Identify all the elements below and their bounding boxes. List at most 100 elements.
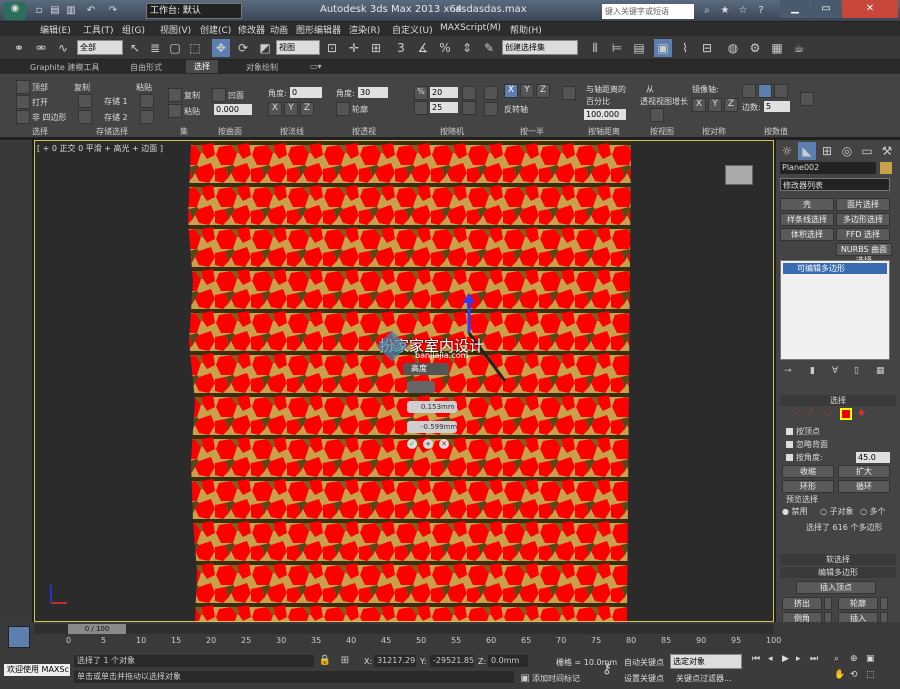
graphite-toggle-icon[interactable]: ▣ xyxy=(654,39,672,57)
new-icon[interactable]: ▫ xyxy=(32,4,46,18)
ref-coord-select[interactable]: 视图 xyxy=(276,40,320,55)
display-tab-icon[interactable]: ▭ xyxy=(858,142,876,160)
menu-maxscript[interactable]: MAXScript(M) xyxy=(440,23,501,33)
caddy-value-1[interactable]: 0.153mm xyxy=(407,401,457,413)
numeric-eq-icon[interactable] xyxy=(742,84,756,98)
concave-label[interactable]: 凹面 xyxy=(228,90,244,101)
pivot-dist-value[interactable]: 100.000 xyxy=(584,109,626,120)
spinner-snap-icon[interactable]: ⇕ xyxy=(458,39,476,57)
menu-tools[interactable]: 工具(T) xyxy=(83,23,114,36)
poly-select-button[interactable]: 多边形选择 xyxy=(836,213,890,226)
outline-label[interactable]: 轮廓 xyxy=(352,104,368,115)
undo-icon[interactable]: ↶ xyxy=(84,4,98,18)
shell-button[interactable]: 壳 xyxy=(780,198,834,211)
vertex-mode-icon[interactable]: ∴ xyxy=(796,408,802,418)
render-frame-icon[interactable]: ▦ xyxy=(768,39,786,57)
material-editor-icon[interactable]: ◍ xyxy=(724,39,742,57)
caddy-value-2[interactable]: -0.599mm xyxy=(407,421,457,433)
normal-y-button[interactable]: Y xyxy=(284,102,298,116)
sides-value[interactable]: 5 xyxy=(764,101,790,112)
show-end-icon[interactable]: ▮ xyxy=(810,366,815,376)
edit-named-sel-icon[interactable]: ✎ xyxy=(480,39,498,57)
random-value-1[interactable]: 20 xyxy=(430,87,458,98)
zoom-extents-icon[interactable]: ▣ xyxy=(866,654,875,664)
named-selection-sets[interactable]: 创建选择集 xyxy=(502,40,578,55)
link-icon[interactable]: ⚭ xyxy=(10,39,28,57)
redo-icon[interactable]: ↷ xyxy=(106,4,120,18)
x-coord-field[interactable]: 31217.29 xyxy=(374,655,416,667)
select-nonquad-icon[interactable] xyxy=(16,110,30,124)
random-percent-icon[interactable]: % xyxy=(414,86,428,100)
utilities-tab-icon[interactable]: ⚒ xyxy=(878,142,896,160)
tab-object-paint[interactable]: 对象绘制 xyxy=(246,62,278,73)
random-value-2[interactable]: 25 xyxy=(430,102,458,113)
tab-graphite[interactable]: Graphite 建模工具 xyxy=(30,62,99,73)
menu-rendering[interactable]: 渲染(R) xyxy=(349,23,380,36)
surface-value[interactable]: 0.000 xyxy=(214,104,252,115)
menu-group[interactable]: 组(G) xyxy=(122,23,145,36)
outline-settings-button[interactable] xyxy=(880,597,888,610)
pivot-dist-icon[interactable] xyxy=(562,86,576,100)
caddy-cancel-icon[interactable]: ✕ xyxy=(439,439,449,449)
numeric-select-icon[interactable] xyxy=(800,92,814,106)
search-icon[interactable]: ⌕ xyxy=(700,4,714,18)
sym-y-button[interactable]: Y xyxy=(708,98,722,112)
max-toggle-icon[interactable]: ⬚ xyxy=(866,670,875,680)
prev-frame-icon[interactable]: ◂ xyxy=(768,654,773,664)
select-by-name-icon[interactable]: ≣ xyxy=(146,39,164,57)
half2-icon[interactable] xyxy=(484,102,498,116)
by-angle-check[interactable]: 按角度: xyxy=(786,452,823,463)
store2-copy-icon[interactable] xyxy=(78,110,92,124)
numeric-gt-icon[interactable] xyxy=(774,84,788,98)
keyboard-shortcut-icon[interactable]: ⊞ xyxy=(367,39,385,57)
mirror-icon[interactable]: ⫴ xyxy=(586,39,604,57)
render-setup-icon[interactable]: ⚙ xyxy=(746,39,764,57)
store-copy-label[interactable]: 复制 xyxy=(74,82,90,93)
loop-button[interactable]: 循环 xyxy=(838,480,890,493)
time-ruler[interactable]: 0 5 10 15 20 25 30 35 40 45 50 55 60 65 70 75 80 85 90 95 10… xyxy=(66,636,781,650)
unlink-icon[interactable]: ⚮ xyxy=(32,39,50,57)
search-input[interactable]: 键入关键字或短语 xyxy=(602,4,694,19)
mini-listener-icon[interactable] xyxy=(8,626,30,648)
rect-region-icon[interactable]: ▢ xyxy=(166,39,184,57)
snap-toggle-icon[interactable]: 3 xyxy=(392,39,410,57)
play-icon[interactable]: ▶ xyxy=(782,654,789,664)
edit-poly-header[interactable]: 编辑多边形 xyxy=(780,567,896,578)
rollout-select-header[interactable]: 选择 xyxy=(780,395,896,406)
viewcube-icon[interactable] xyxy=(725,165,753,185)
modify-tab-icon[interactable]: ◣ xyxy=(798,142,816,160)
select-top-icon[interactable] xyxy=(16,80,30,94)
tab-freeform[interactable]: 自由形式 xyxy=(130,62,162,73)
bind-spacewarp-icon[interactable]: ∿ xyxy=(54,39,72,57)
concave-icon[interactable] xyxy=(212,88,226,102)
go-end-icon[interactable]: ⏭ xyxy=(810,654,818,664)
select-open-icon[interactable] xyxy=(16,95,30,109)
go-start-icon[interactable]: ⏮ xyxy=(752,654,760,664)
make-unique-icon[interactable]: ∀ xyxy=(832,366,838,376)
half-icon[interactable] xyxy=(484,86,498,100)
random-select2-icon[interactable] xyxy=(462,101,476,115)
schematic-view-icon[interactable]: ⊟ xyxy=(698,39,716,57)
border-mode-icon[interactable]: ◌ xyxy=(824,408,832,418)
maximize-button[interactable]: ▭ xyxy=(811,0,841,18)
pivot-icon[interactable]: ⊡ xyxy=(323,39,341,57)
object-name-input[interactable]: Plane002 xyxy=(780,162,876,174)
config-sets-icon[interactable]: ▦ xyxy=(876,366,885,376)
pan-icon[interactable]: ✋ xyxy=(834,670,845,680)
set-paste-icon[interactable] xyxy=(168,104,182,118)
numeric-lt-icon[interactable] xyxy=(758,84,772,98)
hierarchy-tab-icon[interactable]: ⊞ xyxy=(818,142,836,160)
normal-angle-value[interactable]: 0 xyxy=(290,87,322,98)
select-manipulate-icon[interactable]: ✛ xyxy=(345,39,363,57)
store2-paste-icon[interactable] xyxy=(140,110,154,124)
select-object-icon[interactable]: ↖ xyxy=(126,39,144,57)
pin-stack-icon[interactable]: ⊸ xyxy=(784,366,792,376)
selection-filter[interactable]: 全部 xyxy=(77,40,123,55)
open-icon[interactable]: ▤ xyxy=(48,4,62,18)
viewport-front[interactable]: [ + 0 正交 0 平滑 + 高光 + 边面 ] 扮家家室内设计 banjia… xyxy=(34,140,774,622)
move-icon[interactable]: ✥ xyxy=(212,39,230,57)
menu-modifiers[interactable]: 修改器 xyxy=(238,23,265,36)
set-paste-label[interactable]: 粘贴 xyxy=(184,106,200,117)
sym-x-button[interactable]: X xyxy=(692,98,706,112)
z-coord-field[interactable]: 0.0mm xyxy=(488,655,528,667)
